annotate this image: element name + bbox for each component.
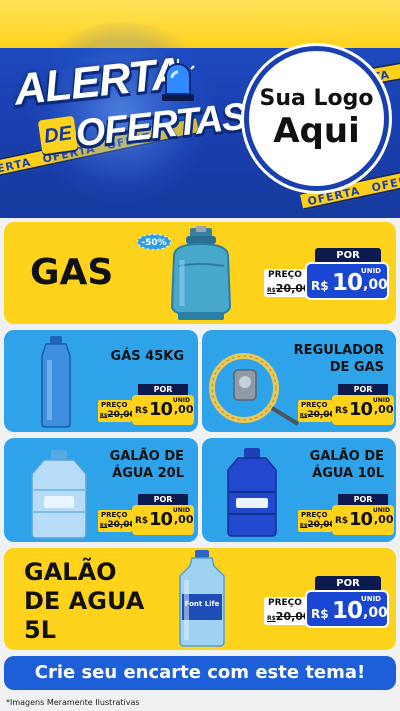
price-cents: ,00 [174, 513, 194, 526]
old-price-box: PREÇO R$20,00 [298, 400, 336, 422]
preco-label: PREÇO [101, 401, 128, 409]
price-integer: 10 [332, 270, 363, 296]
old-price-box: PREÇO R$20,00 [264, 597, 311, 625]
old-price: R$20,00 [300, 410, 336, 420]
price-tag: POR PREÇO R$20,00 UNID R$ 10 ,00 [264, 576, 389, 640]
siren-icon [158, 58, 198, 102]
price-integer: 10 [349, 399, 373, 420]
old-price-box: PREÇO R$20,00 [264, 269, 311, 297]
currency: R$ [135, 406, 149, 416]
current-price-box: UNID R$ 10 ,00 [132, 395, 194, 425]
unit-label: UNID [361, 595, 381, 603]
price-cents: ,00 [374, 403, 394, 416]
price-cents: ,00 [363, 277, 388, 293]
product-name: GAS [30, 252, 114, 293]
preco-label: PREÇO [268, 598, 302, 608]
price-cents: ,00 [363, 605, 388, 621]
title-de: DE [37, 115, 79, 155]
currency: R$ [311, 279, 329, 293]
old-price: R$20,00 [300, 520, 336, 530]
preco-label: PREÇO [268, 270, 302, 280]
blue-bottle-image [36, 336, 76, 428]
water-bottle-5l-image: Font Life [174, 550, 230, 648]
gas-cylinder-image [162, 226, 240, 322]
current-price-box: UNID R$ 10 ,00 [305, 590, 389, 628]
old-price: R$20,00 [100, 410, 136, 420]
logo-text-line1: Sua Logo [259, 86, 374, 111]
old-price-box: PREÇO R$20,00 [98, 510, 136, 532]
unit-label: UNID [361, 267, 381, 275]
por-label: POR [315, 576, 381, 591]
bottle-brand: Font Life [184, 600, 220, 608]
product-name: GALÃO DE ÁGUA 20L [109, 449, 184, 481]
product-card-gas: GAS POR PREÇO R$20,00 UNID R$ 10 ,00 [4, 222, 396, 324]
price-tag: POR PREÇO R$20,00 UNID R$ 10 ,00 [98, 384, 194, 430]
product-card-galao-10l: GALÃO DE ÁGUA 10L POR PREÇO R$20,00 UNID … [202, 438, 396, 542]
currency: R$ [335, 406, 349, 416]
price-tag: POR PREÇO R$20,00 UNID R$ 10 ,00 [264, 248, 389, 312]
preco-label: PREÇO [101, 511, 128, 519]
currency: R$ [335, 516, 349, 526]
logo-text-line2: Aqui [273, 111, 360, 151]
logo-placeholder: Sua Logo Aqui [244, 46, 389, 191]
price-cents: ,00 [174, 403, 194, 416]
current-price-box: UNID R$ 10 ,00 [305, 262, 389, 300]
discount-badge: -50% [137, 234, 171, 250]
price-integer: 10 [149, 399, 173, 420]
product-name: GALÃO DE ÁGUA 10L [309, 449, 384, 481]
price-tag: POR PREÇO R$20,00 UNID R$ 10 ,00 [298, 384, 394, 430]
por-label: POR [315, 248, 381, 263]
price-tag: POR PREÇO R$20,00 UNID R$ 10 ,00 [98, 494, 194, 540]
currency: R$ [135, 516, 149, 526]
price-tag: POR PREÇO R$20,00 UNID R$ 10 ,00 [298, 494, 394, 540]
product-name: GÁS 45KG [110, 349, 184, 364]
product-name: REGULADOR DE GAS [293, 343, 384, 375]
preco-label: PREÇO [301, 511, 328, 519]
currency: R$ [311, 607, 329, 621]
preco-label: PREÇO [301, 401, 328, 409]
current-price-box: UNID R$ 10 ,00 [332, 395, 394, 425]
price-cents: ,00 [374, 513, 394, 526]
header-banner: OFERTAOFERTAOFERTA OFERTAOFERTA OFERTAOF… [0, 0, 400, 218]
old-price-box: PREÇO R$20,00 [98, 400, 136, 422]
price-integer: 10 [332, 598, 363, 624]
footnote: *Imagens Meramente Ilustrativas [6, 698, 140, 707]
current-price-box: UNID R$ 10 ,00 [332, 505, 394, 535]
old-price-box: PREÇO R$20,00 [298, 510, 336, 532]
product-card-galao-20l: GALÃO DE ÁGUA 20L POR PREÇO R$20,00 UNID … [4, 438, 198, 542]
product-card-regulador: REGULADOR DE GAS POR PREÇO R$20,00 UNID R… [202, 330, 396, 432]
product-card-galao-5l: GALÃO DE AGUA 5L Font Life POR PREÇO R$2… [4, 548, 396, 650]
product-name: GALÃO DE AGUA 5L [24, 558, 145, 644]
cta-banner[interactable]: Crie seu encarte com este tema! [4, 656, 396, 690]
price-integer: 10 [149, 509, 173, 530]
old-price: R$20,00 [100, 520, 136, 530]
current-price-box: UNID R$ 10 ,00 [132, 505, 194, 535]
product-card-gas-45kg: GÁS 45KG POR PREÇO R$20,00 UNID R$ 10 ,0… [4, 330, 198, 432]
price-integer: 10 [349, 509, 373, 530]
